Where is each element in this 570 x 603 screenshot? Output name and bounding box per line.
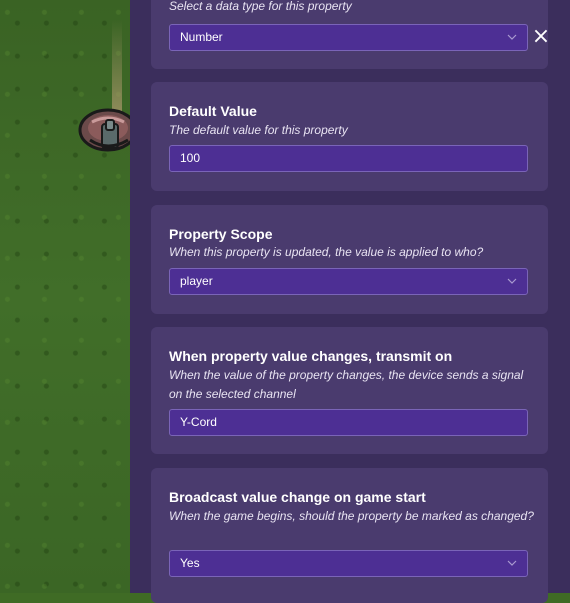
data-type-description: Select a data type for this property [169,0,352,13]
transmit-channel-description: When the value of the property changes, … [169,368,524,401]
card-property-scope: Property Scope When this property is upd… [151,205,548,314]
card-broadcast-on-start: Broadcast value change on game start Whe… [151,468,548,603]
property-scope-select[interactable]: player [169,268,528,295]
property-scope-description: When this property is updated, the value… [169,245,484,259]
broadcast-description: When the game begins, should the propert… [169,509,534,523]
default-value-title: Default Value [169,103,257,119]
chevron-down-icon [507,34,517,40]
broadcast-select[interactable]: Yes [169,550,528,577]
game-world-background [0,0,130,593]
transmit-channel-input[interactable]: Y-Cord [169,409,528,436]
card-default-value: Default Value The default value for this… [151,82,548,191]
chevron-down-icon [507,278,517,284]
property-scope-value: player [180,274,213,288]
data-type-value: Number [180,30,223,44]
card-data-type: Select a data type for this property Num… [151,0,548,69]
broadcast-title: Broadcast value change on game start [169,489,426,505]
transmit-channel-title: When property value changes, transmit on [169,348,453,364]
default-value-input[interactable]: 100 [169,145,528,172]
close-icon[interactable]: × [530,26,552,48]
broadcast-value: Yes [180,556,200,570]
data-type-select[interactable]: Number [169,24,528,51]
property-device-icon[interactable] [78,100,138,156]
card-transmit-channel: When property value changes, transmit on… [151,327,548,454]
chevron-down-icon [507,560,517,566]
default-value-description: The default value for this property [169,123,348,137]
property-scope-title: Property Scope [169,226,273,242]
